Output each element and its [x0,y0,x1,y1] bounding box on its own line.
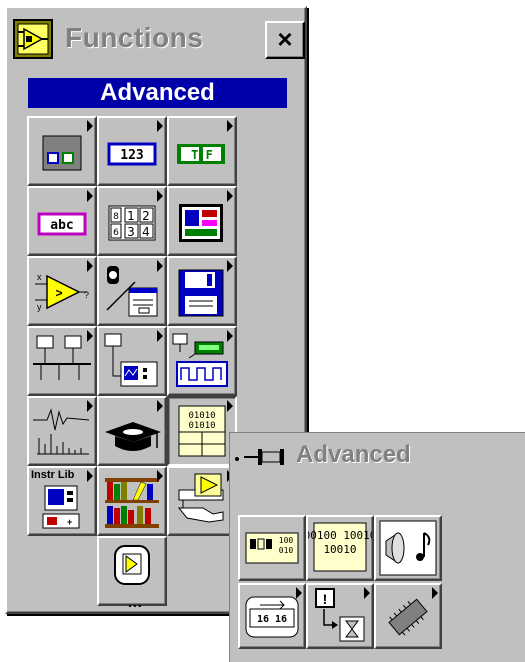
svg-text:y: y [37,302,42,312]
time-dialog-icon[interactable] [97,256,167,326]
svg-text:2: 2 [142,209,150,223]
svg-text:>: > [55,286,62,300]
svg-text:010: 010 [279,546,294,555]
pushpin-icon[interactable] [234,445,294,469]
instrument-io-icon[interactable] [97,326,167,396]
subpalette-title: Advanced [296,441,411,468]
analysis-icon[interactable] [27,396,97,466]
window-title: Functions [65,22,204,53]
byte-swap-label: 16 16 [257,614,287,625]
svg-text:+: + [67,517,72,527]
binary-label: 00100 10010 [308,529,372,542]
numeric-icon[interactable]: 123 [97,116,167,186]
svg-text:3: 3 [127,225,135,239]
svg-text:4: 4 [142,225,150,239]
boolean-icon[interactable]: T F [167,116,237,186]
svg-text:?: ? [84,290,89,300]
instrument-library-icon[interactable]: Instr Lib + [27,466,97,536]
cluster-icon[interactable] [27,116,97,186]
svg-text:8: 8 [113,212,119,222]
file-io-icon[interactable] [167,256,237,326]
close-button[interactable]: × [265,21,305,59]
svg-text:10010: 10010 [323,543,356,556]
select-vi-icon[interactable] [167,466,237,536]
data-acquisition-icon[interactable] [167,326,237,396]
tutorial-icon[interactable] [97,396,167,466]
binary-icon[interactable]: 00100 10010 10010 [306,515,374,581]
array-icon[interactable]: 8 6 1 2 3 4 [97,186,167,256]
memory-chip-icon[interactable] [374,583,442,649]
occurrences-icon[interactable]: ! [306,583,374,649]
string-icon[interactable]: abc [27,186,97,256]
numeric-label: 123 [120,148,143,163]
sound-icon[interactable] [374,515,442,581]
palette-banner: Advanced [28,78,287,108]
advanced-subpalette: Advanced 100 010 00100 10010 10010 [229,432,525,662]
comparison-icon[interactable]: > x y ? [27,256,97,326]
advanced-icon[interactable]: 01010 01010 [167,396,237,466]
boolean-label: T F [191,148,213,162]
title-bar[interactable]: Functions × [13,14,305,66]
svg-text:x: x [37,272,42,282]
svg-text:100: 100 [279,536,294,545]
functions-window-icon [13,19,53,59]
svg-text:1: 1 [127,209,135,223]
byte-swap-icon[interactable]: 16 16 [238,583,306,649]
user-libraries-icon[interactable] [97,466,167,536]
svg-text:!: ! [323,591,328,607]
svg-text:01010: 01010 [188,421,215,431]
svg-text:01010: 01010 [188,411,215,421]
data-manipulation-icon[interactable]: 100 010 [238,515,306,581]
cluster-palette-icon[interactable] [167,186,237,256]
more-functions-label: ... [128,594,143,610]
string-label: abc [50,218,73,233]
communication-icon[interactable] [27,326,97,396]
svg-text:6: 6 [113,228,119,238]
more-functions-icon[interactable]: ... [97,536,167,610]
